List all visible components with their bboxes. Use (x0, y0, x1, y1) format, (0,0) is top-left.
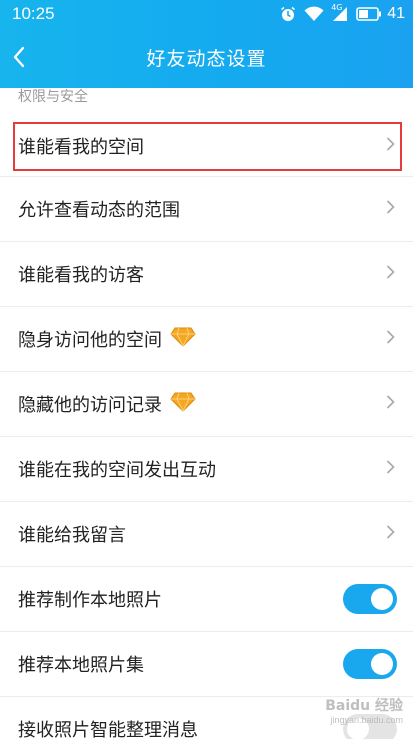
battery-level: 41 (387, 5, 405, 22)
alarm-icon (280, 6, 296, 22)
setting-recommend-photo-album: 推荐本地照片集 (0, 632, 413, 697)
setting-label: 隐藏他的访问记录 (18, 391, 196, 417)
setting-who-can-view-space[interactable]: 谁能看我的空间 (0, 115, 413, 177)
toggle-knob (371, 653, 393, 675)
setting-who-can-leave-message[interactable]: 谁能给我留言 (0, 502, 413, 567)
toggle-switch[interactable] (343, 584, 397, 614)
watermark-title: Baidu 经验 (325, 698, 403, 714)
setting-label: 允许查看动态的范围 (18, 200, 180, 221)
setting-who-can-interact[interactable]: 谁能在我的空间发出互动 (0, 437, 413, 502)
setting-hide-visit-record[interactable]: 隐藏他的访问记录 (0, 372, 413, 437)
setting-who-can-view-visitors[interactable]: 谁能看我的访客 (0, 242, 413, 307)
chevron-right-icon (386, 525, 395, 544)
chevron-right-icon (386, 265, 395, 284)
toggle-knob (371, 588, 393, 610)
chevron-right-icon (386, 136, 395, 155)
wifi-icon (304, 6, 324, 22)
setting-label: 推荐本地照片集 (18, 655, 144, 676)
battery-indicator: 41 (356, 5, 405, 23)
status-bar: 10:25 4G 41 (0, 0, 413, 28)
status-icons: 4G 41 (280, 3, 405, 24)
toggle-switch[interactable] (343, 649, 397, 679)
setting-label: 谁能看我的访客 (18, 265, 144, 286)
setting-invisible-visit[interactable]: 隐身访问他的空间 (0, 307, 413, 372)
setting-label: 推荐制作本地照片 (18, 590, 162, 611)
setting-recommend-local-photos: 推荐制作本地照片 (0, 567, 413, 632)
settings-list: 谁能看我的空间 允许查看动态的范围 谁能看我的访客 隐身访问他的空间 隐藏他的访… (0, 115, 413, 739)
setting-label: 谁能在我的空间发出互动 (18, 460, 216, 481)
section-header: 权限与安全 (18, 89, 88, 105)
chevron-right-icon (386, 200, 395, 219)
setting-label: 谁能看我的空间 (18, 136, 144, 158)
chevron-right-icon (386, 395, 395, 414)
status-time: 10:25 (12, 4, 55, 23)
app-header: 10:25 4G 41 好友动态设置 (0, 0, 413, 88)
setting-label: 谁能给我留言 (18, 525, 126, 546)
page-title: 好友动态设置 (146, 48, 267, 70)
chevron-right-icon (386, 460, 395, 479)
watermark-subtitle: jingyan.baidu.com (330, 715, 403, 725)
watermark: Baidu 经验 jingyan.baidu.com (325, 695, 403, 725)
nav-bar: 好友动态设置 (0, 34, 413, 80)
setting-feed-visibility-range[interactable]: 允许查看动态的范围 (0, 177, 413, 242)
signal-icon: 4G (331, 3, 348, 22)
setting-label: 隐身访问他的空间 (18, 326, 196, 352)
diamond-icon (170, 327, 196, 352)
diamond-icon (170, 392, 196, 417)
chevron-right-icon (386, 330, 395, 349)
battery-icon (356, 7, 382, 21)
setting-label: 接收照片智能整理消息 (18, 720, 198, 739)
